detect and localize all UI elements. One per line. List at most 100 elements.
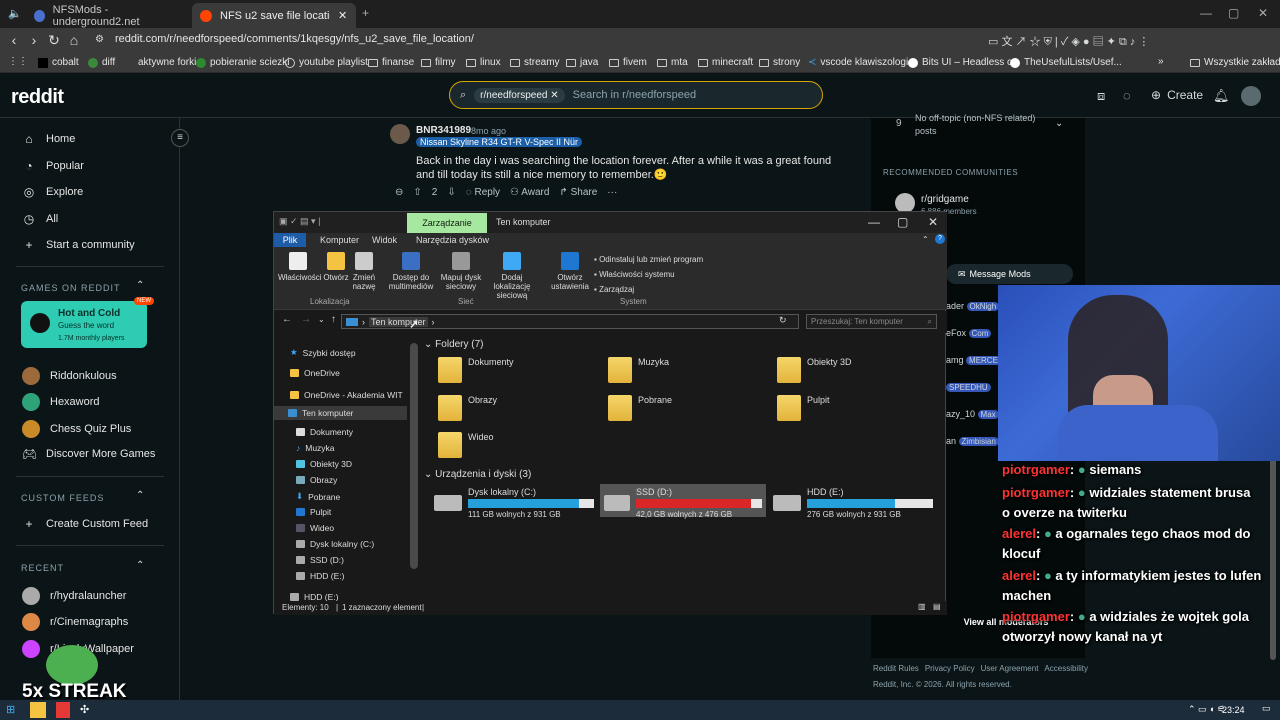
bookmark-folder[interactable]: minecraft	[698, 57, 753, 68]
minimize-icon[interactable]: —	[868, 215, 880, 229]
footer-link[interactable]: Accessibility	[1044, 664, 1088, 673]
manage-button[interactable]: ▪ Zarządzaj	[594, 282, 703, 297]
maximize-icon[interactable]: ▢	[897, 215, 908, 229]
quick-access-toolbar[interactable]: ▣ ✓ ▤ ▾ |	[279, 216, 320, 227]
tree-item[interactable]: Obrazy	[296, 475, 337, 485]
new-tab-icon[interactable]: +	[362, 6, 369, 20]
moderator[interactable]: eFox Com	[946, 320, 1001, 347]
tree-item[interactable]: ★ Szybki dostęp	[290, 347, 356, 358]
refresh-icon[interactable]: ↻	[779, 315, 787, 326]
upvote-icon[interactable]: ⇧	[413, 187, 421, 198]
more-options-icon[interactable]: ···	[607, 187, 617, 198]
tree-item[interactable]: Dysk lokalny (C:)	[296, 539, 374, 549]
tab-view[interactable]: Widok	[372, 235, 397, 245]
tree-item[interactable]: HDD (E:)	[296, 571, 344, 581]
apps-icon[interactable]: ⋮⋮	[8, 56, 28, 67]
bookmark[interactable]: youtube playlist	[285, 57, 368, 68]
tree-item[interactable]: SSD (D:)	[296, 555, 344, 565]
avatar[interactable]	[1241, 86, 1261, 106]
ads-icon[interactable]: ⧈	[1097, 88, 1105, 104]
sidebar-game[interactable]: Hexaword	[22, 393, 100, 411]
details-view-icon[interactable]: ▥	[918, 602, 926, 611]
tab-file[interactable]: Plik	[274, 233, 306, 247]
message-mods-button[interactable]: ✉ Message Mods	[946, 264, 1073, 284]
open-button[interactable]: Otwórz	[322, 252, 350, 282]
reply-button[interactable]: ◌ Reply	[466, 187, 500, 198]
sidebar-game[interactable]: Chess Quiz Plus	[22, 420, 131, 438]
extension-icons[interactable]: ▭ 文 ↗ ☆ ⛨ | ✓ ◈ ● ▤ ✦ ⧉ ♪ ⋮	[988, 33, 1149, 49]
bookmark[interactable]: aktywne forki	[126, 57, 196, 68]
properties-button[interactable]: Właściwości	[278, 252, 322, 282]
system-properties-button[interactable]: ▪ Właściwości systemu	[594, 267, 703, 282]
bookmark-folder[interactable]: streamy	[510, 57, 560, 68]
create-button[interactable]: ⊕ Create	[1151, 88, 1203, 102]
subreddit-chip[interactable]: r/needforspeed ✕	[474, 87, 565, 103]
help-icon[interactable]: ?	[935, 234, 945, 244]
bookmark-folder[interactable]: filmy	[421, 57, 456, 68]
recent-item[interactable]: r/hydralauncher	[22, 587, 126, 605]
close-window-icon[interactable]: ✕	[928, 215, 938, 229]
bookmark[interactable]: pobieranie sciezki	[196, 57, 290, 68]
uninstall-button[interactable]: ▪ Odinstaluj lub zmień program	[594, 252, 703, 267]
bookmark-folder[interactable]: fivem	[609, 57, 647, 68]
chevron-up-icon[interactable]: ⌃	[136, 560, 144, 571]
site-info-icon[interactable]: ⚙	[95, 34, 104, 45]
bookmark-folder[interactable]: strony	[759, 57, 800, 68]
tree-item[interactable]: Wideo	[296, 523, 334, 533]
tree-item-selected[interactable]: Ten komputer	[274, 406, 407, 420]
folder-item[interactable]: Wideo	[438, 432, 494, 458]
tree-item[interactable]: ⬇ Pobrane	[296, 491, 340, 502]
forward-icon[interactable]: →	[301, 314, 311, 325]
sidebar-item-home[interactable]: ⌂ Home	[22, 132, 75, 146]
back-icon[interactable]: ‹	[4, 32, 24, 48]
rename-button[interactable]: Zmień nazwę	[352, 252, 376, 291]
explorer-taskbar-icon[interactable]	[30, 702, 46, 718]
forward-icon[interactable]: ›	[24, 32, 44, 48]
media-access-button[interactable]: Dostęp do multimediów	[384, 252, 438, 291]
tab-drive-tools[interactable]: Narzędzia dysków	[416, 235, 489, 245]
game-card-hot-and-cold[interactable]: Hot and Cold Guess the word 1.7M monthly…	[21, 297, 154, 348]
add-network-location-button[interactable]: Dodaj lokalizację sieciową	[484, 252, 540, 300]
bookmark-folder[interactable]: linux	[466, 57, 501, 68]
tree-item[interactable]: OneDrive	[290, 368, 340, 378]
bookmark[interactable]: cobalt	[38, 57, 79, 68]
folder-item[interactable]: Obiekty 3D	[777, 357, 852, 383]
folder-item[interactable]: Muzyka	[608, 357, 669, 383]
folder-item[interactable]: Pobrane	[608, 395, 672, 421]
footer-link[interactable]: Reddit Rules	[873, 664, 919, 673]
sidebar-item-start-community[interactable]: + Start a community	[22, 238, 134, 252]
url-text[interactable]: reddit.com/r/needforspeed/comments/1kqes…	[115, 33, 474, 45]
moderator[interactable]: azy_10 Max	[946, 401, 1001, 428]
browser-tab[interactable]: NFSMods - underground2.net	[26, 3, 190, 28]
folders-heading[interactable]: ⌄ Foldery (7)	[424, 339, 484, 350]
recommended-community[interactable]: r/gridgame	[921, 194, 969, 205]
footer-link[interactable]: Privacy Policy	[925, 664, 975, 673]
chevron-up-icon[interactable]: ⌃	[922, 235, 929, 244]
bookmark[interactable]: TheUsefulLists/Usef...	[1010, 57, 1122, 68]
footer-link[interactable]: User Agreement	[981, 664, 1039, 673]
bookmark[interactable]: Bits UI – Headless c...	[908, 57, 1020, 68]
close-window-icon[interactable]: ✕	[1258, 6, 1268, 20]
bookmark-folder[interactable]: java	[566, 57, 598, 68]
chat-icon[interactable]: ◌	[1123, 88, 1131, 103]
windows-start-icon[interactable]: ⊞	[6, 703, 15, 716]
menu-toggle-icon[interactable]: ≡	[171, 129, 189, 147]
app-taskbar-icon[interactable]: ✣	[80, 703, 89, 716]
bookmark[interactable]: ≺ vscode klawiszologia	[808, 57, 914, 68]
chevron-up-icon[interactable]: ⌃	[136, 280, 144, 291]
up-icon[interactable]: ↑	[331, 314, 336, 325]
moderator[interactable]: amg MERCE	[946, 347, 1001, 374]
folder-item[interactable]: Pulpit	[777, 395, 830, 421]
explorer-search-input[interactable]: Przeszukaj: Ten komputer ⌕	[806, 314, 937, 329]
close-tab-icon[interactable]: ✕	[338, 9, 347, 22]
tree-item[interactable]: OneDrive - Akademia WIT	[290, 390, 403, 400]
folder-item[interactable]: Obrazy	[438, 395, 497, 421]
downvote-icon[interactable]: ⇩	[447, 187, 455, 198]
create-custom-feed[interactable]: + Create Custom Feed	[22, 517, 148, 531]
tree-item[interactable]: Pulpit	[296, 507, 331, 517]
tree-scrollbar[interactable]	[410, 343, 418, 569]
comment-author[interactable]: BNR341989	[416, 125, 471, 136]
map-drive-button[interactable]: Mapuj dysk sieciowy	[439, 252, 483, 291]
sidebar-item-popular[interactable]: ◔ Popular	[22, 159, 84, 173]
drive-item-selected[interactable]: SSD (D:) 42,0 GB wolnych z 476 GB	[600, 484, 766, 519]
